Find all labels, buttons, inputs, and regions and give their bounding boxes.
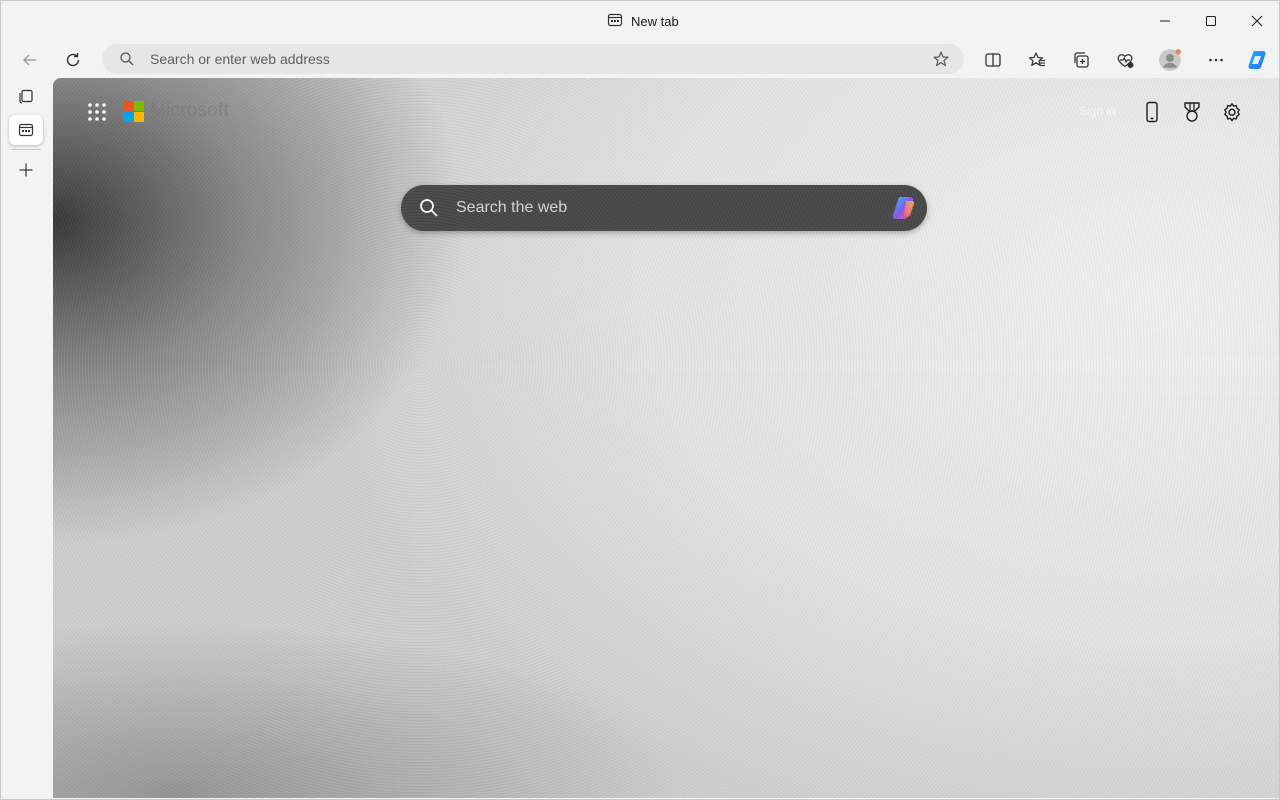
more-button[interactable] [1199, 43, 1233, 77]
maximize-icon [1206, 16, 1216, 26]
title-bar: New tab [1, 1, 1280, 41]
profile-button[interactable] [1153, 43, 1187, 77]
back-button[interactable] [13, 43, 47, 77]
tab-actions-icon [19, 89, 33, 104]
collections-button[interactable] [1064, 43, 1098, 77]
collections-icon [1074, 52, 1089, 68]
window-title: New tab [607, 12, 679, 30]
copilot-icon [1248, 51, 1266, 69]
more-icon [1209, 58, 1223, 62]
browser-window: New tab Search or enter web address Micr… [0, 0, 1280, 800]
new-tab-page: Microsoft Sign in [53, 78, 1279, 798]
plus-icon [19, 163, 33, 177]
new-tab-page-icon [18, 123, 34, 137]
minimize-button[interactable] [1142, 7, 1188, 35]
tab-actions-button[interactable] [9, 81, 43, 111]
close-icon [1251, 15, 1263, 27]
web-search-box[interactable] [401, 185, 927, 231]
refresh-button[interactable] [56, 43, 90, 77]
microsoft-logo[interactable]: Microsoft [123, 100, 229, 122]
app-launcher-button[interactable] [85, 100, 109, 124]
split-screen-icon [985, 53, 1001, 67]
star-icon[interactable] [932, 50, 950, 68]
address-bar[interactable] [102, 44, 964, 74]
favorites-button[interactable] [1020, 43, 1054, 77]
close-button[interactable] [1234, 7, 1280, 35]
settings-button[interactable] [1218, 98, 1246, 126]
rewards-icon [1184, 102, 1200, 122]
sign-in-link[interactable]: Sign in [1079, 104, 1116, 118]
minimize-icon [1160, 20, 1170, 22]
mobile-button[interactable] [1138, 98, 1166, 126]
maximize-button[interactable] [1188, 7, 1234, 35]
browser-essentials-button[interactable] [1108, 43, 1142, 77]
split-screen-button[interactable] [976, 43, 1010, 77]
web-search-input[interactable] [456, 185, 876, 231]
rewards-button[interactable] [1178, 98, 1206, 126]
copilot-icon[interactable] [889, 193, 919, 223]
favorites-icon [1028, 52, 1045, 67]
refresh-icon [66, 53, 80, 67]
tab-title-text: New tab [631, 13, 679, 29]
profile-avatar-icon [1159, 49, 1181, 71]
copilot-button[interactable] [1241, 43, 1275, 77]
brand-name: Microsoft [150, 100, 229, 121]
mobile-icon [1146, 101, 1158, 123]
browser-essentials-icon [1117, 54, 1134, 68]
new-tab-page-icon [607, 12, 623, 31]
vertical-tabs-rail [1, 79, 51, 800]
search-icon [120, 52, 134, 66]
navigation-toolbar [1, 41, 1280, 79]
tab-new-tab[interactable] [9, 115, 43, 145]
address-input[interactable] [150, 44, 910, 74]
app-launcher-icon [88, 103, 106, 121]
gear-icon [1224, 103, 1240, 122]
add-tab-button[interactable] [9, 155, 43, 185]
search-icon [420, 199, 438, 217]
back-arrow-icon [23, 54, 36, 66]
microsoft-logo-icon [123, 100, 144, 122]
rail-divider [11, 149, 41, 150]
